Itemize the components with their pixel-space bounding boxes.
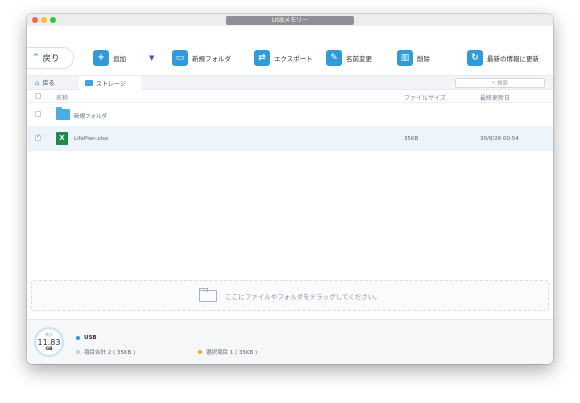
table-row[interactable]: 新規フォルダ: [27, 103, 553, 127]
title-bar: USBメモリー: [27, 14, 553, 26]
device-dot-icon: [76, 336, 80, 340]
table-header: 名称 ファイルサイズ 最終更新日: [27, 90, 553, 103]
folder-icon: [56, 107, 70, 120]
refresh-button-label: 最新の情報に更新: [487, 55, 539, 63]
device-name: USB: [84, 335, 97, 341]
breadcrumb-storage[interactable]: ストレージ: [79, 76, 141, 90]
app-window: USBメモリー ⌃ 戻り + 追加 ▼ ▭ 新規フォルダ ⇄ エクスポート ✎ …: [27, 14, 553, 364]
path-back-button[interactable]: ⌂ 戻る: [35, 78, 55, 88]
search-icon: ⌕: [491, 79, 496, 86]
toolbar: ⌃ 戻り + 追加 ▼ ▭ 新規フォルダ ⇄ エクスポート ✎ 名前変更 ▥ 削…: [27, 26, 553, 76]
refresh-icon: ↻: [467, 50, 483, 66]
close-window-button[interactable]: [32, 17, 38, 23]
path-bar: ⌂ 戻る ストレージ ⌕ 検索: [27, 76, 553, 90]
row-checkbox[interactable]: [35, 133, 41, 141]
device-label: USB: [76, 335, 97, 341]
add-button[interactable]: + 追加: [93, 50, 126, 66]
search-placeholder: 検索: [497, 81, 509, 87]
trash-icon: ▥: [397, 50, 413, 66]
column-header-size[interactable]: ファイルサイズ: [404, 93, 446, 102]
search-input[interactable]: ⌕ 検索: [455, 78, 545, 88]
new-folder-icon: ▭: [172, 50, 188, 66]
delete-button[interactable]: ▥ 削除: [397, 50, 430, 66]
total-dot-icon: [76, 350, 80, 354]
selected-items: 選択項目 1 ( 35KB ): [198, 348, 257, 356]
file-size: 35KB: [404, 136, 419, 142]
window-controls: [32, 17, 56, 23]
row-checkbox[interactable]: [35, 111, 41, 117]
rename-button-label: 名前変更: [346, 55, 372, 63]
select-all-checkbox[interactable]: [35, 93, 41, 99]
selected-dot-icon: [198, 350, 202, 354]
selected-items-text: 選択項目 1 ( 35KB ): [206, 350, 258, 356]
file-name: LifePlan.xlsx: [74, 136, 109, 142]
new-folder-button-label: 新規フォルダ: [192, 55, 231, 63]
table-row[interactable]: X LifePlan.xlsx 35KB 30/8/26 00:54: [27, 127, 553, 151]
add-file-icon: +: [93, 50, 109, 66]
minimize-window-button[interactable]: [41, 17, 47, 23]
add-dropdown-chevron-icon[interactable]: ▼: [149, 54, 154, 62]
delete-button-label: 削除: [417, 55, 430, 63]
export-button[interactable]: ⇄ エクスポート: [254, 50, 313, 66]
back-button[interactable]: ⌃ 戻り: [27, 47, 74, 69]
total-items-text: 項目合計 2 ( 35KB ): [84, 350, 136, 356]
file-date: 30/8/26 00:54: [480, 136, 519, 142]
column-header-name[interactable]: 名称: [56, 93, 68, 102]
storage-gauge: 残り 11.83 GB: [34, 327, 64, 357]
export-button-label: エクスポート: [274, 55, 313, 63]
folder-icon: [85, 80, 93, 86]
add-button-label: 追加: [113, 55, 126, 63]
new-folder-button[interactable]: ▭ 新規フォルダ: [172, 50, 231, 66]
back-button-label: 戻り: [42, 54, 60, 64]
gauge-unit: GB: [45, 347, 53, 352]
excel-file-icon: X: [56, 132, 68, 145]
drop-zone-text: ここにファイルやフォルダをドラッグしてください。: [225, 292, 381, 301]
window-title: USBメモリー: [226, 16, 354, 25]
home-up-icon: ⌃: [32, 53, 40, 63]
drop-folder-icon: [199, 287, 218, 302]
total-items: 項目合計 2 ( 35KB ): [76, 348, 135, 356]
path-back-label: 戻る: [42, 80, 55, 87]
zoom-window-button[interactable]: [50, 17, 56, 23]
rename-icon: ✎: [326, 50, 342, 66]
gauge-value: 11.83: [37, 338, 61, 347]
status-bar: 残り 11.83 GB USB 項目合計 2 ( 35KB ) 選択項目 1 (…: [27, 319, 553, 364]
refresh-button[interactable]: ↻ 最新の情報に更新: [467, 50, 539, 66]
file-name: 新規フォルダ: [74, 114, 108, 120]
drop-zone[interactable]: ここにファイルやフォルダをドラッグしてください。: [31, 280, 549, 311]
column-header-date[interactable]: 最終更新日: [480, 93, 510, 102]
export-icon: ⇄: [254, 50, 270, 66]
breadcrumb-label: ストレージ: [96, 80, 126, 88]
rename-button[interactable]: ✎ 名前変更: [326, 50, 372, 66]
back-drive-icon: ⌂: [35, 78, 40, 87]
